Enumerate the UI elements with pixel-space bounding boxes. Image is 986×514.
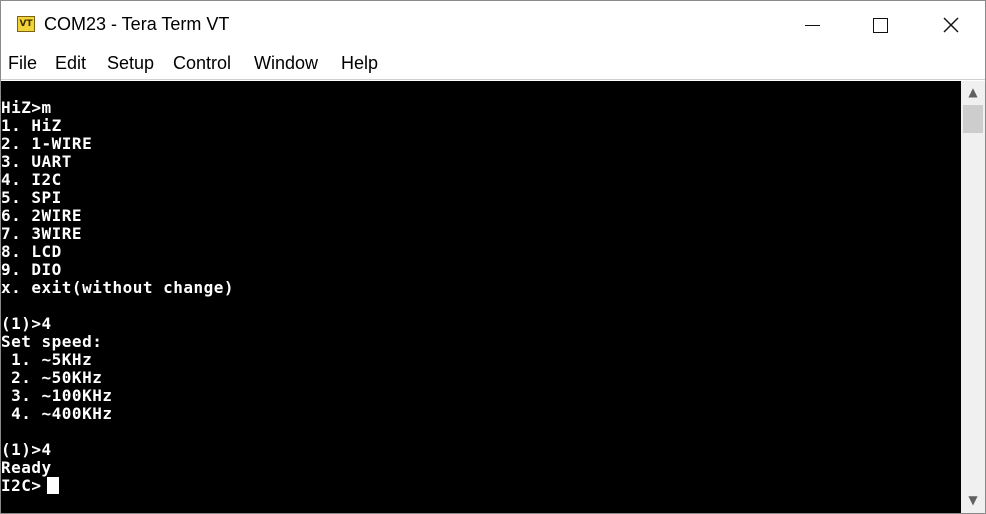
chevron-up-icon: ▲ [968, 85, 978, 99]
terminal-line: (1)>4 [1, 440, 52, 459]
terminal-line: Set speed: [1, 332, 103, 351]
maximize-icon [873, 18, 888, 33]
terminal-line: x. exit(without change) [1, 278, 235, 297]
menu-window[interactable]: Window [254, 53, 318, 74]
minimize-icon [805, 25, 820, 26]
terminal-line: 5. SPI [1, 188, 62, 207]
terminal-screen[interactable]: HiZ>m 1. HiZ 2. 1-WIRE 3. UART 4. I2C 5.… [1, 81, 961, 513]
menu-file[interactable]: File [8, 53, 37, 74]
menu-edit[interactable]: Edit [55, 53, 86, 74]
chevron-down-icon: ▼ [968, 493, 978, 507]
scroll-up-button[interactable]: ▲ [961, 81, 985, 103]
terminal-line: 7. 3WIRE [1, 224, 83, 243]
title-bar[interactable]: VT COM23 - Tera Term VT [1, 1, 985, 49]
menu-bar: File Edit Setup Control Window Help [1, 49, 985, 80]
terminal-line: 8. LCD [1, 242, 62, 261]
terminal-line: 4. I2C [1, 170, 62, 189]
maximize-button[interactable] [857, 1, 903, 49]
terminal-line: 3. UART [1, 152, 72, 171]
terminal-line: 3. ~100KHz [1, 386, 113, 405]
menu-setup[interactable]: Setup [107, 53, 154, 74]
terminal-line: 2. 1-WIRE [1, 134, 93, 153]
vertical-scrollbar[interactable]: ▲ ▼ [961, 81, 985, 513]
close-icon [943, 17, 959, 33]
scroll-down-button[interactable]: ▼ [961, 489, 985, 511]
terminal-line: 6. 2WIRE [1, 206, 83, 225]
terminal-line: 2. ~50KHz [1, 368, 103, 387]
terminal-line: 1. ~5KHz [1, 350, 93, 369]
terminal-line: 9. DIO [1, 260, 62, 279]
teraterm-vt-icon: VT [17, 16, 35, 32]
terminal-line: (1)>4 [1, 314, 52, 333]
terminal-line: 1. HiZ [1, 116, 62, 135]
menu-control[interactable]: Control [173, 53, 231, 74]
minimize-button[interactable] [789, 1, 835, 49]
terminal-line: HiZ>m [1, 98, 52, 117]
menu-help[interactable]: Help [341, 53, 378, 74]
scroll-thumb[interactable] [963, 105, 983, 133]
tera-term-window: VT COM23 - Tera Term VT File Edit Setup … [0, 0, 986, 514]
terminal-prompt-line: I2C> [1, 476, 42, 495]
terminal-line: 4. ~400KHz [1, 404, 113, 423]
text-cursor [47, 477, 59, 494]
close-button[interactable] [927, 1, 973, 49]
window-title: COM23 - Tera Term VT [44, 14, 230, 34]
terminal-line: Ready [1, 458, 52, 477]
